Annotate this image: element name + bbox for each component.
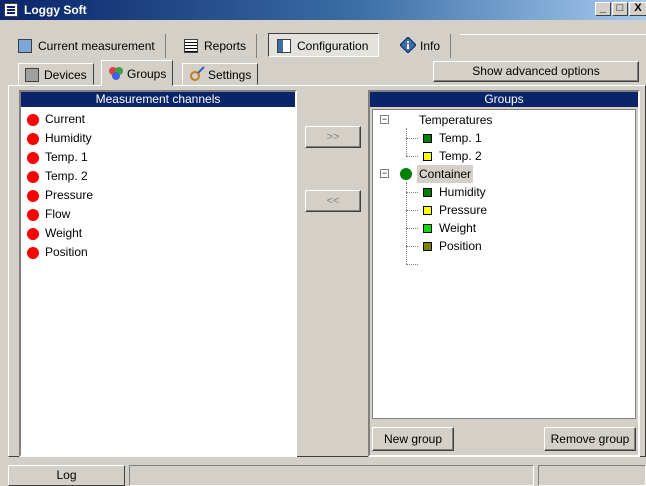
window-title: Loggy Soft: [24, 3, 87, 17]
red-dot-icon: [27, 171, 39, 183]
tab-label: Devices: [44, 68, 87, 82]
list-item-label: Position: [45, 245, 88, 259]
tree-item[interactable]: Position: [373, 237, 633, 255]
red-dot-icon: [400, 114, 412, 126]
list-item[interactable]: Position: [21, 243, 295, 262]
tree-item[interactable]: Temp. 2: [373, 147, 633, 165]
red-dot-icon: [27, 209, 39, 221]
measurement-channels-panel: Measurement channels Current Humidity Te…: [19, 90, 297, 457]
status-pane: [538, 465, 646, 486]
list-item[interactable]: Flow: [21, 205, 295, 224]
list-item-label: Pressure: [45, 188, 94, 202]
tree-node-label: Position: [439, 239, 482, 253]
minimize-button[interactable]: _: [595, 2, 611, 16]
add-to-group-button[interactable]: >>: [305, 126, 361, 148]
collapse-icon[interactable]: −: [380, 169, 389, 178]
tab-label: Configuration: [297, 39, 369, 53]
red-dot-icon: [27, 133, 39, 145]
list-item-label: Flow: [45, 207, 71, 221]
tree-item[interactable]: Weight: [373, 219, 633, 237]
list-item[interactable]: Humidity: [21, 129, 295, 148]
tree-node-label: Weight: [439, 221, 477, 235]
show-advanced-options-button[interactable]: Show advanced options: [433, 61, 639, 82]
info-icon: [399, 36, 417, 54]
tree-node-label: Temperatures: [419, 113, 493, 127]
tree-node-label: Container: [417, 165, 474, 183]
tab-current-measurement[interactable]: Current measurement: [10, 34, 166, 58]
tree-node-label: Humidity: [439, 185, 486, 199]
groups-icon: [108, 64, 123, 80]
list-item[interactable]: Temp. 2: [21, 167, 295, 186]
close-button[interactable]: X: [629, 2, 646, 16]
list-item-label: Temp. 1: [45, 150, 88, 164]
tab-groups[interactable]: Groups: [101, 60, 174, 86]
collapse-icon[interactable]: −: [380, 115, 389, 124]
groups-panel: Groups − Temperatures Temp. 1 Temp. 2 −: [368, 90, 640, 457]
measurement-channels-header: Measurement channels: [21, 92, 295, 107]
olive-square-icon: [423, 242, 432, 251]
tab-info[interactable]: Info: [392, 34, 452, 58]
tree-item[interactable]: Pressure: [373, 201, 633, 219]
tab-label: Current measurement: [38, 39, 155, 53]
title-bar: Loggy Soft _ □ X: [0, 0, 646, 20]
list-item-label: Current: [45, 112, 86, 126]
main-toolbar: Current measurement Reports Configuratio…: [0, 20, 646, 58]
groups-tree: − Temperatures Temp. 1 Temp. 2 − Contain…: [372, 109, 636, 419]
tree-item[interactable]: Humidity: [373, 183, 633, 201]
yellow-square-icon: [423, 206, 432, 215]
list-item[interactable]: Pressure: [21, 186, 295, 205]
log-button[interactable]: Log: [8, 465, 125, 486]
tab-devices[interactable]: Devices: [18, 63, 94, 85]
list-item[interactable]: Weight: [21, 224, 295, 243]
tree-group-temperatures[interactable]: − Temperatures: [373, 111, 633, 129]
remove-group-button[interactable]: Remove group: [544, 427, 636, 451]
tree-node-label: Temp. 1: [439, 131, 482, 145]
green-square-icon: [423, 188, 432, 197]
tab-settings[interactable]: Settings: [182, 63, 259, 85]
light-green-square-icon: [423, 224, 432, 233]
configuration-icon: [277, 39, 291, 53]
red-dot-icon: [27, 114, 39, 126]
settings-icon: [189, 66, 205, 81]
new-group-button[interactable]: New group: [372, 427, 454, 451]
tab-label: Groups: [127, 67, 167, 81]
tab-label: Reports: [204, 39, 247, 53]
red-dot-icon: [27, 247, 39, 259]
monitor-icon: [18, 39, 32, 53]
tab-configuration[interactable]: Configuration: [268, 33, 380, 57]
list-item[interactable]: Current: [21, 110, 295, 129]
yellow-square-icon: [423, 152, 432, 161]
toolbar-filler: [460, 34, 646, 58]
list-item[interactable]: Temp. 1: [21, 148, 295, 167]
list-item-label: Temp. 2: [45, 169, 88, 183]
tree-node-label: Pressure: [439, 203, 488, 217]
red-dot-icon: [27, 190, 39, 202]
measurement-channels-list: Current Humidity Temp. 1 Temp. 2 Pressur…: [21, 107, 295, 262]
red-dot-icon: [27, 152, 39, 164]
tab-label: Settings: [208, 68, 252, 82]
list-item-label: Humidity: [45, 131, 92, 145]
green-dot-icon: [400, 168, 412, 180]
app-icon: [4, 3, 18, 17]
list-item-label: Weight: [45, 226, 83, 240]
tree-connector: [406, 264, 418, 265]
status-bar: Log: [0, 462, 646, 486]
tab-label: Info: [420, 39, 441, 53]
status-pane: [129, 465, 534, 486]
tab-reports[interactable]: Reports: [176, 34, 258, 58]
green-square-icon: [423, 134, 432, 143]
groups-header: Groups: [370, 92, 638, 107]
tree-node-label: Temp. 2: [439, 149, 482, 163]
red-dot-icon: [27, 228, 39, 240]
tree-group-container[interactable]: − Container: [373, 165, 633, 183]
tree-item[interactable]: Temp. 1: [373, 129, 633, 147]
report-icon: [184, 39, 198, 53]
remove-from-group-button[interactable]: <<: [305, 190, 361, 212]
maximize-button[interactable]: □: [612, 2, 628, 16]
devices-icon: [25, 68, 39, 82]
